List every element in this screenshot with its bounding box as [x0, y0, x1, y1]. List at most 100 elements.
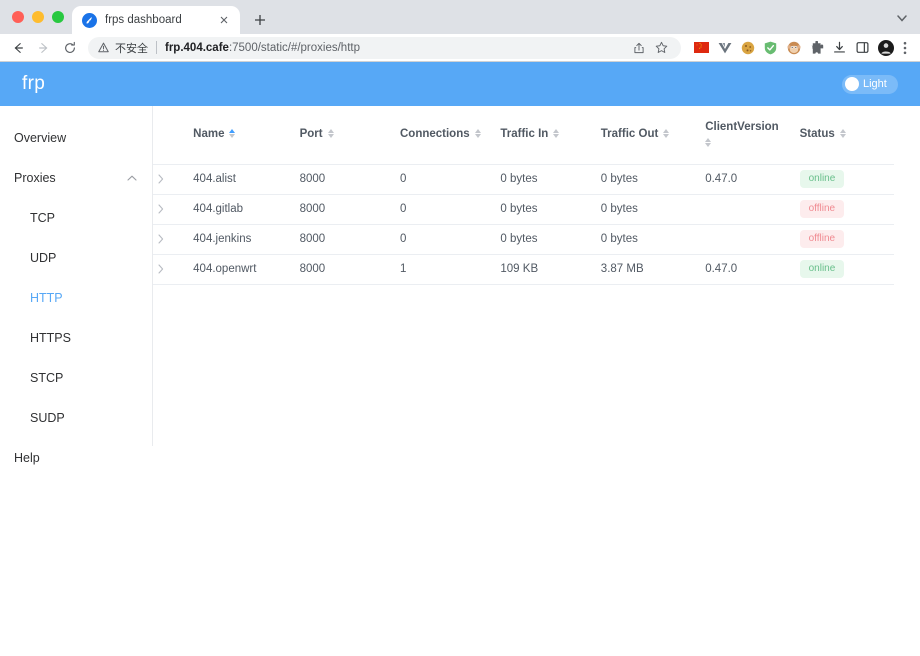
table-row[interactable]: 404.openwrt 8000 1 109 KB 3.87 MB 0.47.0…	[153, 254, 894, 285]
expand-row-button[interactable]	[153, 254, 194, 285]
url-text: frp.404.cafe:7500/static/#/proxies/http	[165, 42, 360, 54]
expand-row-button[interactable]	[153, 224, 194, 255]
column-label: Status	[799, 127, 835, 140]
warning-triangle-icon	[98, 42, 109, 53]
cell-traffic-in: 0 bytes	[500, 194, 601, 225]
cell-client-version: 0.47.0	[705, 164, 800, 195]
sidebar: Overview Proxies TCP UDP HTTP HTTPS STCP…	[0, 106, 153, 656]
cookie-extension-icon[interactable]	[739, 39, 756, 56]
cell-connections: 0	[399, 194, 501, 225]
arrow-left-icon[interactable]	[6, 36, 30, 60]
sidebar-item-https[interactable]: HTTPS	[0, 318, 153, 358]
maximize-window-button[interactable]	[52, 11, 64, 23]
column-header-traffic-out[interactable]: Traffic Out	[600, 106, 706, 165]
sidebar-item-tcp[interactable]: TCP	[0, 198, 153, 238]
sort-icon[interactable]	[229, 129, 236, 139]
browser-tab[interactable]: frps dashboard	[72, 6, 240, 34]
sort-icon[interactable]	[663, 129, 670, 139]
omnibox-divider	[156, 41, 157, 54]
app-brand-title: frp	[22, 73, 46, 94]
sidebar-item-sudp[interactable]: SUDP	[0, 398, 153, 438]
page-content: frp Light Overview Proxies TCP UDP HTTP …	[0, 62, 920, 656]
table-row[interactable]: 404.jenkins 8000 0 0 bytes 0 bytes offli…	[153, 224, 894, 255]
chevron-right-icon[interactable]	[153, 231, 169, 247]
sidebar-item-label: SUDP	[30, 411, 65, 425]
column-header-traffic-in[interactable]: Traffic In	[500, 106, 601, 165]
sort-icon[interactable]	[839, 129, 846, 139]
arrow-right-icon[interactable]	[32, 36, 56, 60]
cell-client-version: 0.47.0	[705, 254, 800, 285]
sidebar-item-http[interactable]: HTTP	[0, 278, 153, 318]
cell-traffic-in: 0 bytes	[500, 224, 601, 255]
proxies-table: Name Port Connections Traffic In Traffic…	[153, 106, 894, 285]
cell-port: 8000	[299, 224, 400, 255]
column-label: Name	[193, 127, 225, 140]
cell-name: 404.alist	[193, 164, 300, 195]
window-traffic-lights	[10, 0, 72, 34]
china-flag-extension-icon[interactable]	[693, 39, 710, 56]
chevron-right-icon[interactable]	[153, 171, 169, 187]
sort-icon[interactable]	[327, 129, 334, 139]
star-icon[interactable]	[651, 38, 671, 58]
column-header-client-version[interactable]: ClientVersion	[705, 106, 800, 165]
expand-row-button[interactable]	[153, 194, 194, 225]
adguard-shield-extension-icon[interactable]	[762, 39, 779, 56]
sort-icon[interactable]	[553, 129, 560, 139]
address-bar[interactable]: 不安全 frp.404.cafe:7500/static/#/proxies/h…	[88, 36, 681, 59]
sort-icon[interactable]	[474, 129, 481, 139]
column-label: Connections	[399, 127, 470, 140]
cell-traffic-in: 0 bytes	[500, 164, 601, 195]
column-header-connections[interactable]: Connections	[399, 106, 501, 165]
column-header-status[interactable]: Status	[799, 106, 894, 165]
sidebar-item-stcp[interactable]: STCP	[0, 358, 153, 398]
table-row[interactable]: 404.gitlab 8000 0 0 bytes 0 bytes offlin…	[153, 194, 894, 225]
cell-traffic-out: 0 bytes	[600, 224, 706, 255]
close-icon[interactable]	[216, 12, 232, 28]
monkey-extension-icon[interactable]	[785, 39, 802, 56]
share-icon[interactable]	[629, 38, 649, 58]
chevron-down-icon[interactable]	[892, 8, 912, 28]
new-tab-button[interactable]	[246, 6, 274, 34]
profile-avatar-icon[interactable]	[877, 39, 894, 56]
close-window-button[interactable]	[12, 11, 24, 23]
sidebar-item-label: HTTP	[30, 291, 63, 305]
sidebar-item-label: TCP	[30, 211, 55, 225]
cell-client-version	[705, 224, 800, 255]
sidebar-item-udp[interactable]: UDP	[0, 238, 153, 278]
tab-title: frps dashboard	[105, 14, 182, 26]
column-label: Traffic Out	[600, 127, 659, 140]
column-header-name[interactable]: Name	[193, 106, 300, 165]
cell-status: offline	[799, 224, 894, 255]
toggle-knob-icon	[845, 77, 859, 91]
extensions-tray	[689, 39, 894, 56]
body-area: Overview Proxies TCP UDP HTTP HTTPS STCP…	[0, 106, 920, 656]
cell-connections: 0	[399, 224, 501, 255]
expand-row-button[interactable]	[153, 164, 194, 195]
three-dots-menu-icon[interactable]	[896, 37, 914, 59]
reload-icon[interactable]	[58, 36, 82, 60]
sort-icon[interactable]	[705, 137, 712, 147]
downloads-icon[interactable]	[831, 39, 848, 56]
sidebar-item-label: Proxies	[14, 171, 56, 185]
theme-toggle[interactable]: Light	[842, 74, 898, 94]
sidebar-item-overview[interactable]: Overview	[0, 118, 153, 158]
cell-traffic-out: 0 bytes	[600, 194, 706, 225]
cell-client-version	[705, 194, 800, 225]
puzzle-extensions-icon[interactable]	[808, 39, 825, 56]
status-badge: offline	[799, 200, 845, 218]
sidebar-item-label: UDP	[30, 251, 57, 265]
chevron-right-icon[interactable]	[153, 261, 169, 277]
status-badge: online	[799, 260, 845, 278]
url-domain: frp.404.cafe	[165, 41, 229, 54]
vue-devtools-extension-icon[interactable]	[716, 39, 733, 56]
cell-traffic-out: 3.87 MB	[600, 254, 706, 285]
minimize-window-button[interactable]	[32, 11, 44, 23]
table-row[interactable]: 404.alist 8000 0 0 bytes 0 bytes 0.47.0 …	[153, 164, 894, 195]
sidebar-item-proxies[interactable]: Proxies	[0, 158, 153, 198]
column-header-port[interactable]: Port	[299, 106, 400, 165]
chevron-right-icon[interactable]	[153, 201, 169, 217]
cell-name: 404.openwrt	[193, 254, 300, 285]
sidebar-item-help[interactable]: Help	[0, 438, 153, 478]
side-panel-icon[interactable]	[854, 39, 871, 56]
theme-toggle-label: Light	[863, 78, 887, 90]
